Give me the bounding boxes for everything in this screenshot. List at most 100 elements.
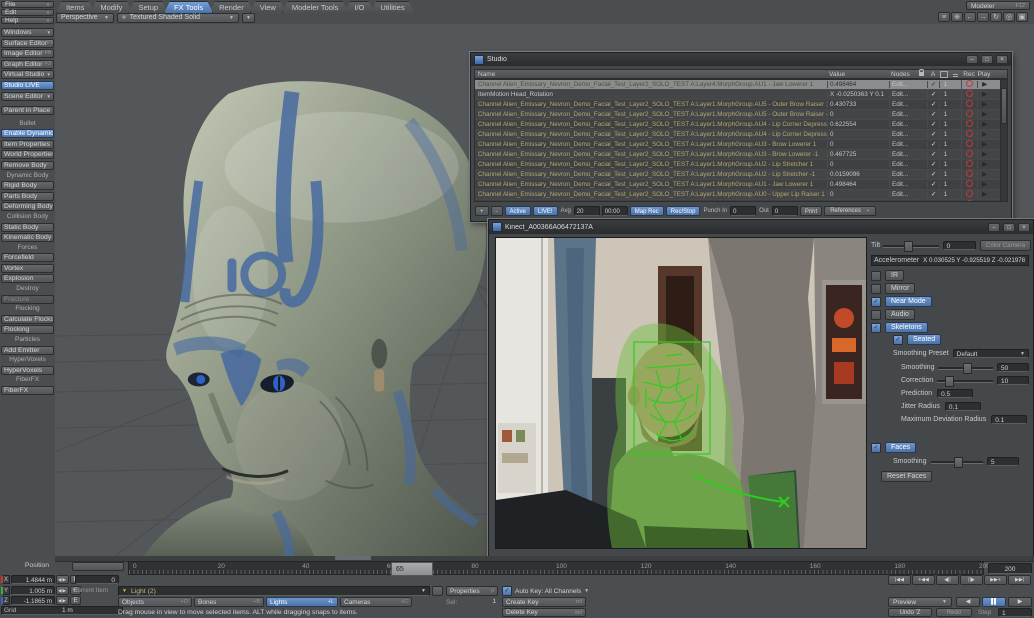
column-value[interactable]: Value — [827, 70, 889, 78]
sidebar-item-calculate-flocks[interactable]: Calculate Flocks — [1, 315, 54, 324]
jitter-radius-value[interactable]: 0.1 — [945, 402, 981, 411]
axis-value-field[interactable]: -1.1865 m — [11, 596, 55, 605]
menu-edit[interactable]: Edit▼ — [1, 9, 54, 16]
envelope-button[interactable]: E — [70, 596, 81, 605]
tilt-value-field[interactable]: 0 — [943, 241, 976, 250]
lights-button[interactable]: Lights+L — [266, 597, 338, 607]
active-check[interactable]: ✓ — [927, 201, 939, 202]
sidebar-item-virtual-studio[interactable]: Virtual Studio▼ — [1, 70, 54, 79]
slider-handle[interactable] — [904, 241, 913, 252]
nodes-edit-button[interactable]: Edit... — [889, 141, 917, 148]
modeler-button[interactable]: Modeler F12 — [966, 1, 1030, 10]
slider-handle[interactable] — [954, 457, 963, 468]
table-row[interactable]: ItemMotion Head_RotationX -0.0250363 Y 0… — [475, 90, 1007, 100]
studio-titlebar[interactable]: Studio – □ × — [471, 53, 1011, 66]
minimize-button[interactable]: – — [966, 55, 978, 64]
cameras-button[interactable]: Cameras+C — [340, 597, 412, 607]
viewport-mode-dropdown[interactable]: Perspective ▼ — [56, 13, 114, 23]
transport-button-4[interactable]: ▶▶+ — [984, 575, 1007, 585]
nodes-edit-button[interactable]: Edit... — [889, 121, 917, 128]
table-row[interactable]: Channel Alien_Emissary_Nevron_Demo_Facia… — [475, 140, 1007, 150]
play-cell[interactable]: ▶ — [977, 121, 991, 128]
tab-utilities[interactable]: Utilities — [370, 1, 414, 13]
play-cell[interactable]: ▶ — [977, 141, 991, 148]
slider-handle[interactable] — [963, 363, 972, 374]
footer-field-10[interactable]: 0 — [730, 206, 756, 216]
tab-view[interactable]: View — [250, 1, 286, 13]
nodes-edit-button[interactable]: Edit... — [889, 131, 917, 138]
color-camera-button[interactable]: Color Camera — [980, 240, 1031, 251]
sidebar-item-forcefield[interactable]: Forcefield — [1, 253, 54, 262]
nodes-edit-button[interactable]: Edit... — [889, 161, 917, 168]
tab-render[interactable]: Render — [209, 1, 254, 13]
references-dropdown[interactable]: References▼ — [824, 206, 876, 216]
redo-button[interactable]: Redo — [936, 608, 972, 617]
faces-button[interactable]: Faces — [885, 442, 916, 453]
nodes-edit-button[interactable]: Edit... — [889, 151, 917, 158]
footer-button-rec-stop[interactable]: Rec/Stop — [666, 206, 701, 216]
sidebar-item-graph-editor[interactable]: Graph EditorF2 — [1, 60, 54, 69]
delete-key-button[interactable]: Delete Key del — [502, 608, 586, 617]
table-row[interactable]: Channel Alien_Emissary_Nevron_Demo_Facia… — [475, 100, 1007, 110]
active-check[interactable]: ✓ — [927, 161, 939, 168]
skeletons-button[interactable]: Skeletons — [885, 322, 928, 333]
table-row[interactable]: Channel Alien_Emissary_Nevron_Demo_Facia… — [475, 120, 1007, 130]
play-cell[interactable]: ▶ — [977, 201, 991, 202]
sidebar-item-explosion[interactable]: Explosion — [1, 274, 54, 283]
table-row[interactable]: Channel Alien_Emissary_Nevron_Demo_Facia… — [475, 110, 1007, 120]
transport-button-0[interactable]: |◀◀ — [888, 575, 911, 585]
slider-handle[interactable] — [945, 376, 954, 387]
sidebar-item-add-emitter[interactable]: Add Emitter — [1, 346, 54, 355]
audio-button[interactable]: Audio — [885, 309, 915, 320]
pan-left-icon[interactable]: ← — [964, 12, 976, 22]
tab-i-o[interactable]: I/O — [344, 1, 374, 13]
create-key-button[interactable]: Create Key ret — [502, 597, 586, 607]
auto-key-control[interactable]: ✓ Auto Key: All Channels ▼ — [502, 586, 589, 596]
near-mode-button[interactable]: Near Mode — [885, 296, 932, 307]
active-check[interactable]: ✓ — [927, 141, 939, 148]
minimize-button[interactable]: – — [988, 223, 1000, 232]
close-button[interactable]: × — [1018, 223, 1030, 232]
correction-value[interactable]: 10 — [997, 376, 1029, 385]
table-row[interactable]: Channel Alien_Emissary_Nevron_Demo_Facia… — [475, 180, 1007, 190]
frame-scrubber[interactable]: 65 — [391, 562, 433, 576]
axis-value-field[interactable]: 1.4844 m — [11, 575, 55, 584]
timeline-ruler[interactable]: 020406080100120140160180200 65 — [128, 561, 984, 575]
reset-faces-button[interactable]: Reset Faces — [881, 471, 932, 482]
record-cell[interactable] — [961, 130, 977, 139]
ir-button[interactable]: IR — [885, 270, 904, 281]
table-row[interactable]: Channel Alien_Emissary_Nevron_Demo_Facia… — [475, 190, 1007, 200]
active-check[interactable]: ✓ — [927, 191, 939, 198]
axis-stepper[interactable]: ◀▶ — [56, 575, 69, 584]
position-mode-label[interactable]: Position — [6, 562, 68, 569]
zoom-view-icon[interactable]: ◎ — [1003, 12, 1015, 22]
play-cell[interactable]: ▶ — [977, 111, 991, 118]
column-a[interactable]: A — [927, 70, 939, 78]
table-row[interactable]: Channel Alien_Emissary_Nevron_Demo_Facia… — [475, 160, 1007, 170]
sidebar-item-windows[interactable]: Windows▼ — [1, 28, 54, 37]
axis-stepper[interactable]: ◀▶ — [56, 586, 69, 595]
maximize-button[interactable]: □ — [981, 55, 993, 64]
footer-field-5[interactable]: 20 — [574, 206, 600, 216]
record-cell[interactable] — [961, 190, 977, 199]
active-check[interactable]: ✓ — [927, 91, 939, 98]
preview-dropdown[interactable]: Preview ▼ — [888, 597, 952, 607]
ir-checkbox[interactable] — [871, 271, 881, 281]
sidebar-item-studio-live[interactable]: Studio LIVE — [1, 81, 54, 90]
tab-setup[interactable]: Setup — [128, 1, 168, 13]
transport-button-2[interactable]: ◀|| — [936, 575, 959, 585]
sidebar-item-surface-editor[interactable]: Surface EditorF5 — [1, 39, 54, 48]
kinect-titlebar[interactable]: Kinect_A00366A06472137A – □ × — [489, 220, 1033, 234]
footer-button-active[interactable]: Active — [505, 206, 531, 216]
column-nodes[interactable]: Nodes — [889, 70, 917, 78]
maximum-deviation-radius-value[interactable]: 0.1 — [991, 415, 1027, 424]
play-cell[interactable]: ▶ — [977, 171, 991, 178]
transport-button-3[interactable]: ||▶ — [960, 575, 983, 585]
active-check[interactable]: ✓ — [927, 151, 939, 158]
tab-modeler-tools[interactable]: Modeler Tools — [282, 1, 349, 13]
footer-button-[interactable]: - — [491, 206, 503, 216]
record-cell[interactable] — [961, 170, 977, 179]
sidebar-item-parent-in-place[interactable]: Parent in Place — [1, 106, 54, 115]
footer-button-live[interactable]: LIVE! — [533, 206, 558, 216]
active-check[interactable]: ✓ — [927, 101, 939, 108]
